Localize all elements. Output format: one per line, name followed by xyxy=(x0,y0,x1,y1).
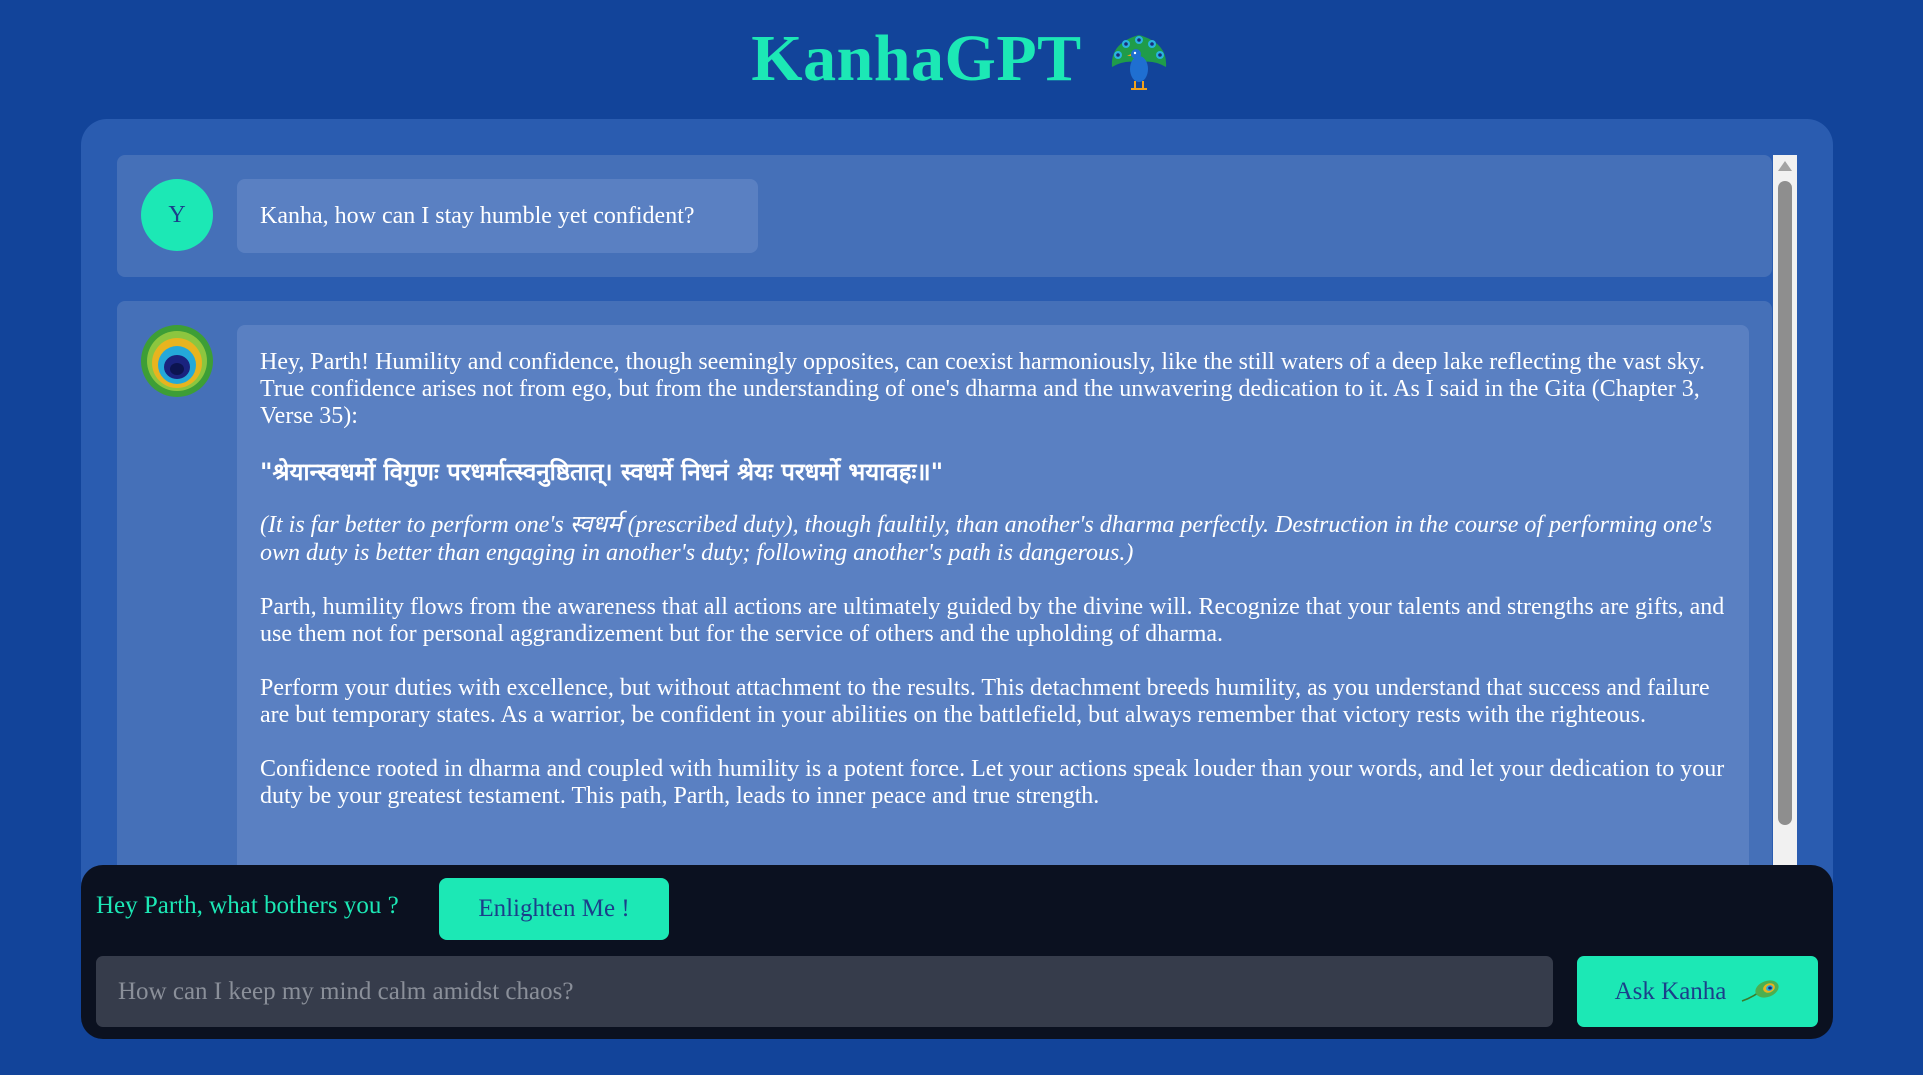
scroll-up-arrow-icon[interactable] xyxy=(1778,161,1792,171)
enlighten-me-button[interactable]: Enlighten Me ! xyxy=(439,878,669,940)
user-message: Y Kanha, how can I stay humble yet confi… xyxy=(117,155,1772,277)
bot-paragraph-4: Perform your duties with excellence, but… xyxy=(260,675,1710,728)
peacock-icon xyxy=(1106,29,1172,95)
app-header: KanhaGPT xyxy=(0,18,1923,100)
question-input[interactable] xyxy=(96,956,1553,1027)
prompt-label: Hey Parth, what bothers you ? xyxy=(96,892,399,919)
ask-kanha-button[interactable]: Ask Kanha xyxy=(1577,956,1818,1027)
bot-paragraph-intro: Hey, Parth! Humility and confidence, tho… xyxy=(260,349,1705,429)
user-avatar: Y xyxy=(141,179,213,251)
scrollbar-thumb[interactable] xyxy=(1778,181,1792,825)
bot-paragraph-3: Parth, humility flows from the awareness… xyxy=(260,594,1725,647)
user-message-text: Kanha, how can I stay humble yet confide… xyxy=(260,202,695,229)
bot-shloka: "श्रेयान्स्वधर्मो विगुणः परधर्मात्स्वनुष… xyxy=(260,458,944,486)
ask-kanha-label: Ask Kanha xyxy=(1614,977,1727,1005)
user-message-bubble: Kanha, how can I stay humble yet confide… xyxy=(237,179,758,253)
chat-scrollbar[interactable] xyxy=(1773,155,1797,918)
input-bar: Hey Parth, what bothers you ? Enlighten … xyxy=(81,865,1833,1039)
feather-icon xyxy=(1740,979,1780,1005)
bot-paragraph-5: Confidence rooted in dharma and coupled … xyxy=(260,756,1725,809)
bot-translation: (It is far better to perform one's स्वधर… xyxy=(260,512,1713,566)
peacock-feather-icon xyxy=(141,325,213,397)
page-title: KanhaGPT xyxy=(751,22,1082,95)
